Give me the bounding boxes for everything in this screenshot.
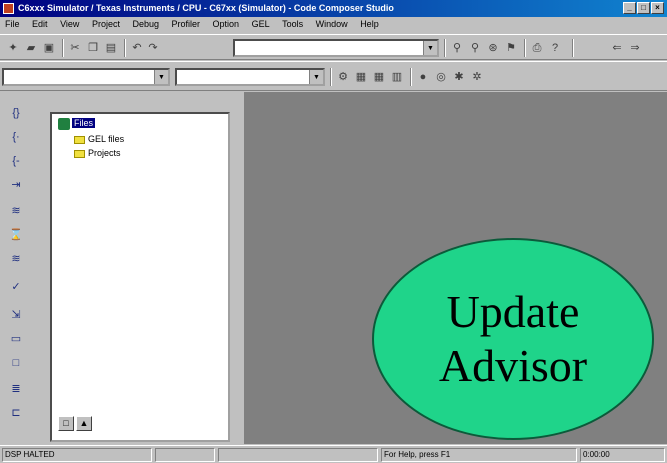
tree-item-projects[interactable]: Projects <box>74 148 121 158</box>
remove-probe-icon[interactable]: ✲ <box>470 70 484 84</box>
help-icon[interactable]: ? <box>548 41 562 55</box>
status-clock: 0:00:00 <box>580 448 665 462</box>
window-title: C6xxx Simulator / Texas Instruments / CP… <box>18 3 394 13</box>
menu-help[interactable]: Help <box>355 17 384 29</box>
advisor-line-2: Advisor <box>438 340 588 391</box>
find-icon[interactable]: ⚲ <box>450 41 464 55</box>
build-icon[interactable]: ▦ <box>354 70 368 84</box>
close-button[interactable]: × <box>651 2 664 14</box>
stop-build-icon[interactable]: ▥ <box>390 70 404 84</box>
copy-icon[interactable]: ❐ <box>86 41 100 55</box>
cpu-status: DSP HALTED <box>2 448 152 462</box>
project-toolbar: ▼ ▼ ⚙ ▦ ▦ ▥ ● ◎ ✱ ✲ <box>0 61 667 91</box>
project-file-tree: Files GEL files Projects <box>50 112 230 442</box>
menu-bar: File Edit View Project Debug Profiler Op… <box>0 17 667 33</box>
folder-icon <box>74 135 85 144</box>
menu-profiler[interactable]: Profiler <box>167 17 206 29</box>
advisor-line-1: Update <box>446 286 580 337</box>
files-root-icon <box>58 118 70 130</box>
toolbar-separator <box>524 39 526 57</box>
print-icon[interactable]: ⎙ <box>530 41 544 55</box>
step-over-icon[interactable]: {· <box>5 130 27 144</box>
run-to-cursor-icon[interactable]: ⇥ <box>5 178 27 192</box>
standard-toolbar: ✦ ▰ ▣ ✂ ❐ ▤ ↶ ↷ ▼ ⚲ ⚲ ⊛ ⚑ ⎙ ? ⇐ ⇒ <box>0 34 667 60</box>
find-next-icon[interactable]: ⚲ <box>468 41 482 55</box>
run-icon[interactable]: ≋ <box>5 204 27 218</box>
app-icon <box>3 3 14 14</box>
tab-file-view[interactable]: □ <box>58 416 74 431</box>
toolbar-separator <box>330 68 332 86</box>
remove-breakpoint-icon[interactable]: ◎ <box>434 70 448 84</box>
menu-edit[interactable]: Edit <box>27 17 53 29</box>
pane-tabs: □ ▲ <box>58 416 92 431</box>
disassembly-icon[interactable]: □ <box>5 356 27 370</box>
redo-icon[interactable]: ↷ <box>146 41 160 55</box>
menu-project[interactable]: Project <box>87 17 125 29</box>
folder-icon <box>74 149 85 158</box>
tree-root[interactable]: Files <box>58 118 96 130</box>
bookmark-icon[interactable]: ⚑ <box>504 41 518 55</box>
tree-item-gel-files[interactable]: GEL files <box>74 134 124 144</box>
toolbar-separator <box>444 39 446 57</box>
project-combo[interactable]: ▼ <box>2 68 170 86</box>
debug-toolbar: {} {· {- ⇥ ≋ ⌛ ≋ ✓ ⇲ ▭ □ ≣ ⊏ <box>0 92 44 444</box>
compile-icon[interactable]: ⚙ <box>336 70 350 84</box>
nav-back-icon[interactable]: ⇐ <box>610 41 624 55</box>
window-controls: _ □ × <box>623 2 664 14</box>
tree-item-label: Projects <box>88 148 121 158</box>
tab-bookmarks[interactable]: ▲ <box>76 416 92 431</box>
search-combo[interactable]: ▼ <box>233 39 439 57</box>
open-file-icon[interactable]: ▰ <box>24 41 38 55</box>
chevron-down-icon[interactable]: ▼ <box>423 41 437 55</box>
cut-icon[interactable]: ✂ <box>68 41 82 55</box>
chevron-down-icon[interactable]: ▼ <box>154 70 168 84</box>
menu-tools[interactable]: Tools <box>277 17 308 29</box>
registers-icon[interactable]: ✓ <box>5 280 27 294</box>
status-bar: DSP HALTED For Help, press F1 0:00:00 <box>0 445 667 463</box>
minimize-button[interactable]: _ <box>623 2 636 14</box>
build-config-combo[interactable]: ▼ <box>175 68 325 86</box>
menu-window[interactable]: Window <box>311 17 353 29</box>
paste-icon[interactable]: ▤ <box>104 41 118 55</box>
menu-view[interactable]: View <box>55 17 84 29</box>
rebuild-icon[interactable]: ▦ <box>372 70 386 84</box>
watch-icon[interactable]: ▭ <box>5 332 27 346</box>
probe-point-icon[interactable]: ✱ <box>452 70 466 84</box>
menu-option[interactable]: Option <box>208 17 245 29</box>
find-in-files-icon[interactable]: ⊛ <box>486 41 500 55</box>
chevron-down-icon[interactable]: ▼ <box>309 70 323 84</box>
menu-file[interactable]: File <box>0 17 25 29</box>
nav-forward-icon[interactable]: ⇒ <box>628 41 642 55</box>
tree-root-label: Files <box>72 118 96 129</box>
toolbar-separator <box>62 39 64 57</box>
animate-icon[interactable]: ≋ <box>5 252 27 266</box>
save-icon[interactable]: ▣ <box>42 41 56 55</box>
title-bar[interactable]: C6xxx Simulator / Texas Instruments / CP… <box>0 0 667 17</box>
memory-icon[interactable]: ⇲ <box>5 308 27 322</box>
status-help-text: For Help, press F1 <box>381 448 577 462</box>
new-file-icon[interactable]: ✦ <box>6 41 20 55</box>
status-empty-1 <box>155 448 215 462</box>
step-out-icon[interactable]: {- <box>5 154 27 168</box>
step-into-icon[interactable]: {} <box>5 106 27 120</box>
halt-icon[interactable]: ⌛ <box>5 228 27 242</box>
menu-gel[interactable]: GEL <box>247 17 275 29</box>
toolbar-separator <box>410 68 412 86</box>
menu-debug[interactable]: Debug <box>127 17 164 29</box>
toolbar-separator <box>572 39 574 57</box>
tree-item-label: GEL files <box>88 134 125 144</box>
toolbar-separator <box>124 39 126 57</box>
maximize-button[interactable]: □ <box>637 2 650 14</box>
update-advisor-badge[interactable]: Update Advisor <box>372 238 654 440</box>
undo-icon[interactable]: ↶ <box>130 41 144 55</box>
breakpoint-icon[interactable]: ● <box>416 70 430 84</box>
call-stack-icon[interactable]: ≣ <box>5 382 27 396</box>
graph-icon[interactable]: ⊏ <box>5 406 27 420</box>
status-empty-2 <box>218 448 378 462</box>
